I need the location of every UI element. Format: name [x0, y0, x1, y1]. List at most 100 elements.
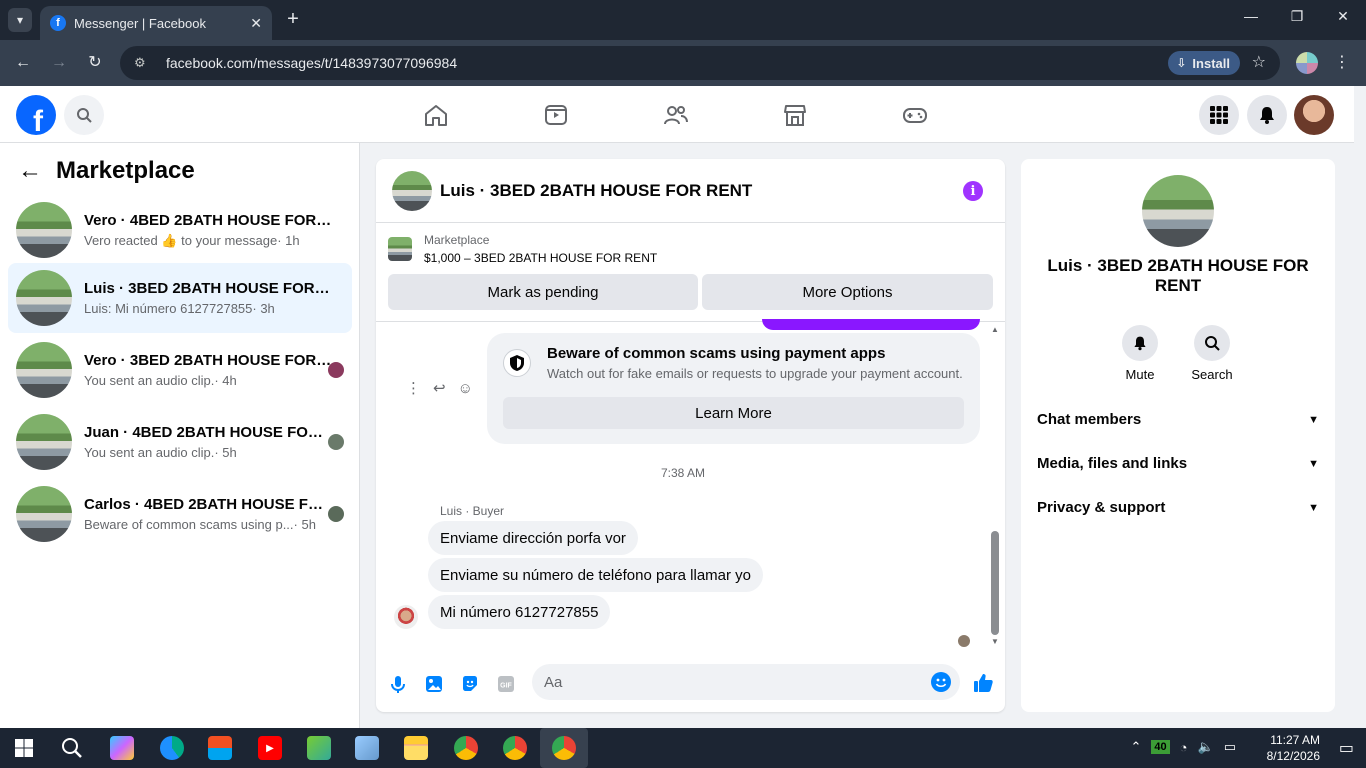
wifi-icon[interactable]: ◔: [1180, 740, 1188, 755]
listing-thumbnail: [16, 202, 72, 258]
listing-thumbnail: [16, 414, 72, 470]
youtube-icon[interactable]: ▶: [258, 736, 282, 760]
scroll-up-arrow-icon[interactable]: ▲: [991, 325, 999, 334]
notification-center-icon[interactable]: ▭: [1339, 738, 1354, 758]
volume-icon[interactable]: 🔈: [1198, 739, 1214, 755]
sticker-icon[interactable]: [460, 674, 480, 694]
react-emoji-icon[interactable]: ☺: [458, 380, 473, 397]
minimize-button[interactable]: —: [1236, 8, 1266, 24]
new-tab-button[interactable]: +: [282, 8, 304, 30]
browser-tab-messenger[interactable]: f Messenger | Facebook ✕: [40, 6, 272, 40]
chrome-icon[interactable]: [454, 736, 478, 760]
chevron-up-icon[interactable]: ⌃: [1131, 739, 1142, 755]
notepad-icon[interactable]: [355, 736, 379, 760]
mark-as-pending-button[interactable]: Mark as pending: [388, 274, 698, 310]
forward-arrow-icon[interactable]: →: [48, 52, 70, 74]
browser-toolbar: ← → ↻ ⚙ facebook.com/messages/t/14839730…: [0, 40, 1366, 86]
windows-start-icon[interactable]: [12, 736, 36, 760]
install-app-button[interactable]: ⇩ Install: [1168, 51, 1240, 75]
facebook-top-nav: f: [0, 86, 1354, 143]
browser-tab-bar: ▾ f Messenger | Facebook ✕ + — ❐ ✕: [0, 0, 1366, 40]
home-icon[interactable]: [423, 102, 449, 128]
info-icon[interactable]: i: [963, 181, 983, 201]
section-media-files-links[interactable]: Media, files and links ▼: [1037, 455, 1319, 472]
thumbs-up-icon[interactable]: [972, 672, 994, 694]
reload-icon[interactable]: ↻: [84, 52, 106, 74]
chat-pane: Luis · 3BED 2BATH HOUSE FOR RENT i Marke…: [376, 159, 1005, 712]
back-arrow-icon[interactable]: ←: [18, 157, 42, 185]
facebook-search-button[interactable]: [64, 95, 104, 135]
microphone-icon[interactable]: [388, 674, 408, 694]
chat-avatar[interactable]: [392, 170, 432, 211]
received-message[interactable]: Enviame dirección porfa vor: [428, 521, 638, 555]
conversation-time: · 3h: [252, 301, 275, 316]
chat-title[interactable]: Luis · 3BED 2BATH HOUSE FOR RENT: [440, 181, 752, 201]
mute-button[interactable]: Mute: [1110, 325, 1170, 382]
listing-banner[interactable]: Marketplace $1,000 – 3BED 2BATH HOUSE FO…: [388, 233, 657, 265]
friends-icon[interactable]: [663, 102, 689, 128]
bell-icon: [1134, 336, 1146, 351]
chrome-profile-icon[interactable]: [503, 736, 527, 760]
browser-profile-avatar[interactable]: [1296, 52, 1318, 74]
address-bar[interactable]: ⚙ facebook.com/messages/t/14839730770969…: [120, 46, 1280, 80]
gif-icon[interactable]: GIF: [496, 674, 516, 694]
received-message[interactable]: Mi número 6127727855: [428, 595, 611, 629]
conversation-item[interactable]: Juan · 4BED 2BATH HOUSE FOR ... You sent…: [8, 407, 352, 477]
more-options-button[interactable]: More Options: [702, 274, 993, 310]
photos-app-icon[interactable]: [307, 736, 331, 760]
conversation-preview: You sent an audio clip.: [84, 373, 215, 388]
page-scrollbar[interactable]: [1354, 86, 1366, 728]
section-privacy-support[interactable]: Privacy & support ▼: [1037, 499, 1319, 516]
more-actions-icon[interactable]: ⋮: [406, 379, 421, 397]
tab-search-button[interactable]: ▾: [8, 8, 32, 32]
close-window-button[interactable]: ✕: [1328, 8, 1358, 25]
facebook-logo[interactable]: f: [16, 95, 56, 135]
learn-more-button[interactable]: Learn More: [503, 397, 964, 429]
sender-label: Luis · Buyer: [440, 504, 505, 518]
search-icon: [1205, 336, 1220, 351]
site-info-icon[interactable]: ⚙: [134, 55, 152, 71]
message-input[interactable]: Aa: [532, 664, 960, 700]
video-icon[interactable]: [543, 102, 569, 128]
battery-badge[interactable]: 40: [1151, 740, 1170, 754]
section-label: Media, files and links: [1037, 455, 1188, 472]
emoji-icon[interactable]: [930, 671, 952, 693]
bookmark-star-icon[interactable]: ☆: [1252, 52, 1266, 72]
menu-grid-button[interactable]: [1199, 95, 1239, 135]
conversation-photo[interactable]: [1142, 175, 1214, 247]
clock-date: 8/12/2026: [1266, 749, 1320, 763]
back-arrow-icon[interactable]: ←: [12, 52, 34, 74]
conversation-item[interactable]: Carlos · 4BED 2BATH HOUSE FO... Beware o…: [8, 479, 352, 549]
battery-icon[interactable]: ▭: [1224, 739, 1236, 755]
listing-thumbnail: [16, 486, 72, 542]
chevron-down-icon: ▼: [1308, 457, 1319, 470]
account-avatar[interactable]: [1294, 95, 1334, 135]
mute-label: Mute: [1125, 367, 1155, 382]
microsoft-store-icon[interactable]: [208, 736, 232, 760]
chat-scrollbar-thumb[interactable]: [991, 531, 999, 635]
chrome-active-icon[interactable]: [552, 736, 576, 760]
conversation-item[interactable]: Vero · 4BED 2BATH HOUSE FOR RE... Vero r…: [8, 195, 352, 265]
scroll-down-arrow-icon[interactable]: ▼: [991, 637, 999, 646]
file-explorer-icon[interactable]: [404, 736, 428, 760]
reply-icon[interactable]: ↩: [433, 379, 446, 397]
notifications-button[interactable]: [1247, 95, 1287, 135]
listing-thumbnail: [1142, 175, 1214, 247]
taskbar-clock[interactable]: 11:27 AM 8/12/2026: [1267, 732, 1320, 764]
close-tab-icon[interactable]: ✕: [250, 15, 262, 32]
marketplace-icon[interactable]: [782, 102, 808, 128]
search-icon[interactable]: [60, 736, 84, 760]
restore-button[interactable]: ❐: [1282, 8, 1312, 25]
edge-browser-icon[interactable]: [160, 736, 184, 760]
conversation-item[interactable]: Vero · 3BED 2BATH HOUSE FOR ... You sent…: [8, 335, 352, 405]
sender-avatar[interactable]: [394, 605, 418, 629]
conversation-item-active[interactable]: Luis · 3BED 2BATH HOUSE FOR RE... Luis: …: [8, 263, 352, 333]
search-in-conversation-button[interactable]: Search: [1182, 325, 1242, 382]
photo-icon[interactable]: [424, 674, 444, 694]
received-message[interactable]: Enviame su número de teléfono para llama…: [428, 558, 764, 592]
copilot-icon[interactable]: [110, 736, 134, 760]
gaming-icon[interactable]: [902, 102, 928, 128]
facebook-favicon-icon: f: [50, 15, 66, 31]
browser-menu-icon[interactable]: ⋮: [1334, 52, 1350, 72]
section-chat-members[interactable]: Chat members ▼: [1037, 411, 1319, 428]
